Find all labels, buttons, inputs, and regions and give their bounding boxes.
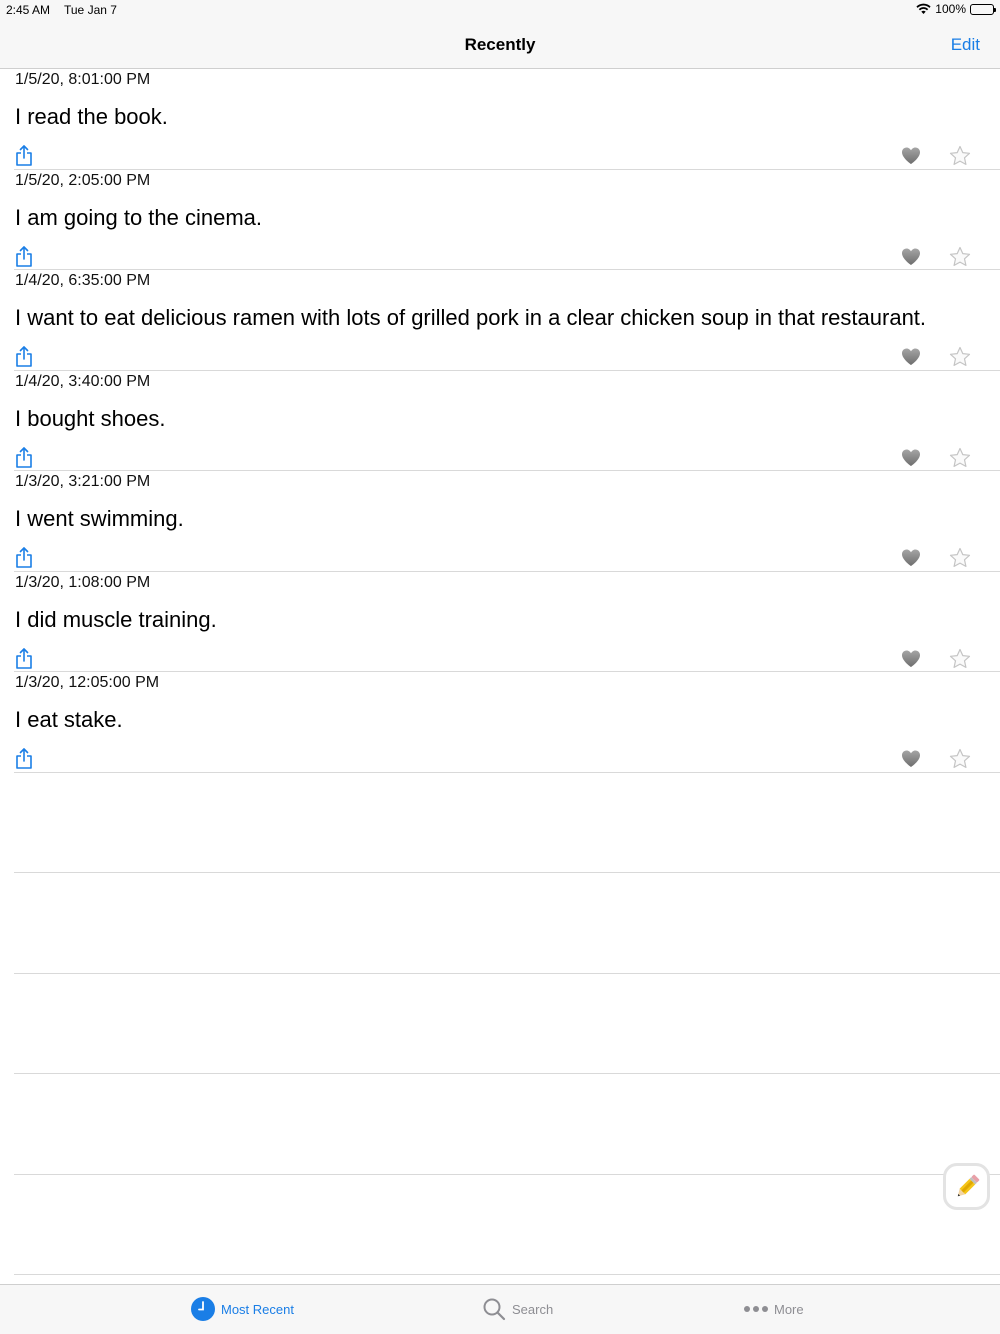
share-icon[interactable] bbox=[14, 547, 34, 569]
heart-icon[interactable] bbox=[901, 448, 921, 468]
pencil-icon bbox=[957, 1174, 979, 1196]
magnifier-icon bbox=[482, 1297, 506, 1321]
wifi-icon bbox=[916, 3, 931, 14]
entry-timestamp: 1/4/20, 3:40:00 PM bbox=[15, 372, 151, 390]
entry-row[interactable]: 1/3/20, 1:08:00 PM I did muscle training… bbox=[14, 572, 1000, 672]
tab-most-recent[interactable]: Most Recent bbox=[191, 1297, 294, 1321]
heart-icon[interactable] bbox=[901, 649, 921, 669]
share-icon[interactable] bbox=[14, 748, 34, 770]
empty-row bbox=[14, 974, 1000, 1074]
star-icon[interactable] bbox=[949, 145, 971, 167]
tab-most-recent-label: Most Recent bbox=[221, 1301, 294, 1317]
heart-icon[interactable] bbox=[901, 347, 921, 367]
share-icon[interactable] bbox=[14, 145, 34, 167]
share-icon[interactable] bbox=[14, 245, 34, 268]
tab-more[interactable]: More bbox=[744, 1297, 804, 1321]
tab-more-label: More bbox=[774, 1301, 804, 1317]
status-date: Tue Jan 7 bbox=[64, 3, 117, 17]
entry-row[interactable]: 1/3/20, 12:05:00 PM I eat stake. bbox=[14, 672, 1000, 773]
star-icon[interactable] bbox=[949, 547, 971, 569]
entry-text: I want to eat delicious ramen with lots … bbox=[15, 305, 927, 330]
entry-text: I did muscle training. bbox=[15, 606, 217, 632]
entry-row[interactable]: 1/4/20, 3:40:00 PM I bought shoes. bbox=[14, 371, 1000, 471]
clock-icon bbox=[191, 1297, 215, 1321]
status-time: 2:45 AM bbox=[6, 3, 51, 17]
entry-row[interactable]: 1/3/20, 3:21:00 PM I went swimming. bbox=[14, 471, 1000, 572]
heart-icon[interactable] bbox=[901, 749, 921, 769]
heart-icon[interactable] bbox=[901, 146, 921, 166]
entry-timestamp: 1/5/20, 8:01:00 PM bbox=[15, 71, 151, 88]
edit-button[interactable]: Edit bbox=[951, 35, 980, 55]
page-title: Recently bbox=[464, 35, 536, 54]
entry-timestamp: 1/3/20, 12:05:00 PM bbox=[15, 674, 160, 691]
tab-search-label: Search bbox=[512, 1301, 554, 1317]
tab-bar: Most Recent Search More bbox=[0, 1284, 1000, 1334]
empty-row bbox=[14, 1175, 1000, 1275]
compose-button[interactable] bbox=[943, 1163, 990, 1210]
entry-row[interactable]: 1/5/20, 8:01:00 PM I read the book. bbox=[14, 69, 1000, 170]
share-icon[interactable] bbox=[14, 346, 34, 368]
entry-timestamp: 1/3/20, 3:21:00 PM bbox=[15, 473, 151, 490]
entry-text: I bought shoes. bbox=[15, 405, 166, 431]
empty-row bbox=[14, 873, 1000, 974]
star-icon[interactable] bbox=[949, 748, 971, 770]
entry-row[interactable]: 1/5/20, 2:05:00 PM I am going to the cine… bbox=[14, 170, 1000, 270]
heart-icon[interactable] bbox=[901, 247, 921, 267]
entry-text: I am going to the cinema. bbox=[15, 204, 263, 230]
empty-row bbox=[14, 773, 1000, 873]
entry-timestamp: 1/3/20, 1:08:00 PM bbox=[15, 573, 151, 591]
heart-icon[interactable] bbox=[901, 548, 921, 568]
entry-timestamp: 1/5/20, 2:05:00 PM bbox=[15, 171, 151, 189]
status-right: 100% bbox=[916, 2, 996, 16]
tab-search[interactable]: Search bbox=[482, 1297, 553, 1321]
entry-text: I went swimming. bbox=[15, 506, 184, 531]
entry-text: I read the book. bbox=[15, 104, 168, 129]
status-bar: 2:45 AM Tue Jan 7 100% bbox=[0, 0, 1000, 20]
star-icon[interactable] bbox=[949, 447, 971, 469]
empty-row bbox=[14, 1074, 1000, 1175]
ellipsis-icon bbox=[744, 1297, 768, 1321]
entries-list: 1/5/20, 8:01:00 PM I read the book. 1/5/2… bbox=[0, 69, 1000, 1275]
share-icon[interactable] bbox=[14, 647, 34, 670]
star-icon[interactable] bbox=[949, 346, 971, 368]
battery-icon bbox=[970, 3, 996, 15]
star-icon[interactable] bbox=[949, 246, 971, 268]
navigation-bar: Recently Edit bbox=[0, 20, 1000, 69]
battery-percent: 100% bbox=[935, 2, 966, 16]
entry-row[interactable]: 1/4/20, 6:35:00 PM I want to eat deliciou… bbox=[14, 270, 1000, 371]
entry-text: I eat stake. bbox=[15, 707, 123, 732]
share-icon[interactable] bbox=[14, 446, 34, 469]
star-icon[interactable] bbox=[949, 648, 971, 670]
entry-timestamp: 1/4/20, 6:35:00 PM bbox=[15, 272, 151, 289]
